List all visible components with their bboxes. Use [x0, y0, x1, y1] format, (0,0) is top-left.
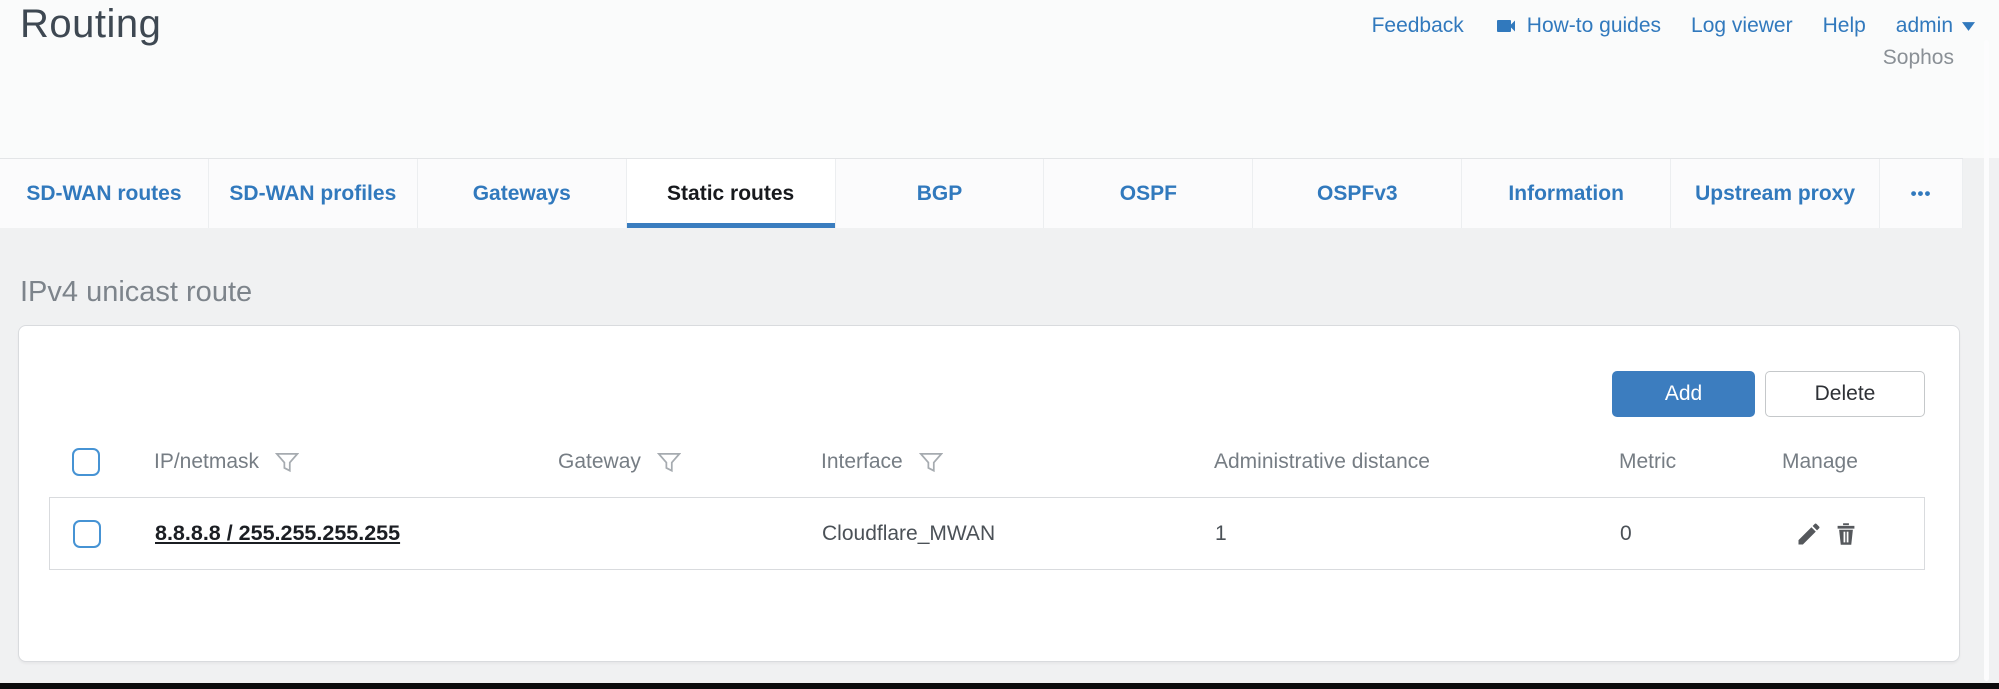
filter-funnel-icon[interactable] [917, 449, 943, 475]
tab-static-routes[interactable]: Static routes [627, 159, 836, 228]
tab-sdwan-profiles[interactable]: SD-WAN profiles [209, 159, 418, 228]
row-ip-netmask-cell: 8.8.8.8 / 255.255.255.255 [155, 521, 559, 546]
column-gateway-label: Gateway [558, 450, 641, 474]
row-select-cell [50, 520, 155, 548]
row-metric-cell: 0 [1620, 522, 1783, 546]
caret-down-icon [1962, 22, 1975, 31]
column-manage: Manage [1782, 450, 1925, 474]
filter-funnel-icon[interactable] [655, 449, 681, 475]
window-bottom-edge [0, 683, 1999, 689]
column-metric: Metric [1619, 450, 1782, 474]
ip-netmask-link[interactable]: 8.8.8.8 / 255.255.255.255 [155, 521, 400, 545]
tab-bgp[interactable]: BGP [836, 159, 1045, 228]
row-admin-distance-cell: 1 [1215, 522, 1620, 546]
filter-funnel-icon[interactable] [273, 449, 299, 475]
help-label: Help [1823, 14, 1866, 38]
select-all-checkbox[interactable] [72, 448, 100, 476]
tab-information[interactable]: Information [1462, 159, 1671, 228]
column-ip-netmask-label: IP/netmask [154, 450, 259, 474]
feedback-link[interactable]: Feedback [1372, 14, 1464, 38]
log-viewer-label: Log viewer [1691, 14, 1793, 38]
column-gateway: Gateway [558, 449, 821, 475]
tab-ospf[interactable]: OSPF [1044, 159, 1253, 228]
log-viewer-link[interactable]: Log viewer [1691, 14, 1793, 38]
page-scrollbar[interactable] [1984, 40, 1989, 681]
admin-menu[interactable]: admin [1896, 14, 1975, 38]
video-camera-icon [1494, 14, 1518, 38]
routing-page: Routing Feedback How-to guides Log viewe… [0, 0, 1999, 689]
section-heading: IPv4 unicast route [20, 276, 252, 309]
howto-guides-link[interactable]: How-to guides [1494, 14, 1661, 38]
column-admin-distance: Administrative distance [1214, 450, 1619, 474]
account-name: Sophos [1883, 46, 1954, 70]
table-header-row: IP/netmask Gateway Interface Administrat… [49, 434, 1925, 490]
howto-guides-label: How-to guides [1527, 14, 1661, 38]
table-toolbar: Add Delete [1612, 371, 1925, 417]
edit-pencil-icon[interactable] [1795, 520, 1823, 548]
select-all-cell [49, 448, 154, 476]
admin-label: admin [1896, 14, 1953, 38]
table-row: 8.8.8.8 / 255.255.255.255 Cloudflare_MWA… [49, 497, 1925, 570]
delete-button[interactable]: Delete [1765, 371, 1925, 417]
page-header: Routing Feedback How-to guides Log viewe… [0, 0, 1999, 158]
add-button[interactable]: Add [1612, 371, 1755, 417]
column-admin-distance-label: Administrative distance [1214, 450, 1430, 474]
tab-sdwan-routes[interactable]: SD-WAN routes [0, 159, 209, 228]
row-interface-cell: Cloudflare_MWAN [822, 522, 1215, 546]
row-manage-cell [1783, 520, 1924, 548]
column-ip-netmask: IP/netmask [154, 449, 558, 475]
column-manage-label: Manage [1782, 450, 1858, 474]
page-title: Routing [20, 2, 161, 47]
row-checkbox[interactable] [73, 520, 101, 548]
help-link[interactable]: Help [1823, 14, 1866, 38]
column-interface: Interface [821, 449, 1214, 475]
tab-ospfv3[interactable]: OSPFv3 [1253, 159, 1462, 228]
tab-overflow-menu[interactable]: ••• [1880, 159, 1963, 228]
static-routes-card: Add Delete IP/netmask Gateway Interface … [18, 325, 1960, 662]
routing-tabbar: SD-WAN routes SD-WAN profiles Gateways S… [0, 158, 1963, 228]
column-interface-label: Interface [821, 450, 903, 474]
feedback-label: Feedback [1372, 14, 1464, 38]
column-metric-label: Metric [1619, 450, 1676, 474]
tab-gateways[interactable]: Gateways [418, 159, 627, 228]
tab-upstream-proxy[interactable]: Upstream proxy [1671, 159, 1880, 228]
top-navigation: Feedback How-to guides Log viewer Help a… [1372, 14, 1975, 38]
trash-icon[interactable] [1832, 520, 1860, 548]
